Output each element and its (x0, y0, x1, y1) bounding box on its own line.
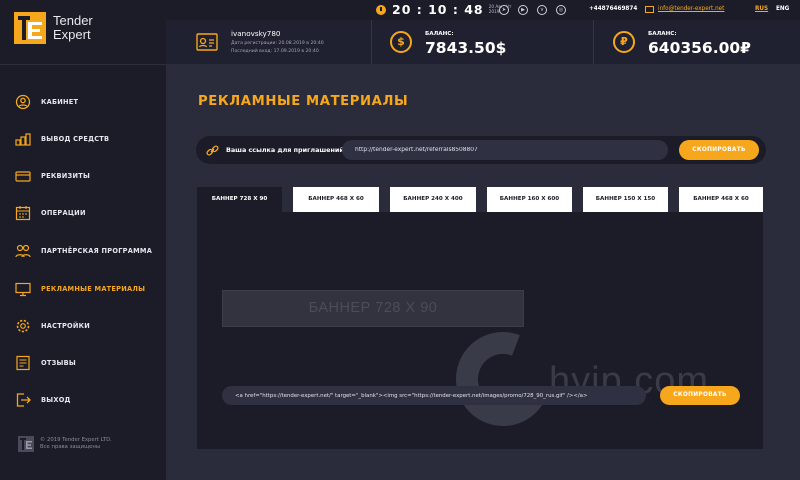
sidebar-item-label: КАБИНЕТ (41, 98, 79, 106)
tab-banner-240x400[interactable]: БАННЕР 240 X 400 (390, 187, 476, 212)
partners-icon (15, 244, 31, 258)
tab-banner-150x150[interactable]: БАННЕР 150 X 150 (583, 187, 668, 212)
copy-banner-code-button[interactable]: СКОПИРОВАТЬ (660, 386, 740, 405)
ruble-coin-icon: ₽ (613, 31, 635, 53)
balance-usd-value: 7843.50$ (425, 39, 507, 57)
copyright-line2: Все права защищены (40, 444, 100, 450)
sidebar-item-partners[interactable]: ПАРТНЁРСКАЯ ПРОГРАММА (0, 233, 166, 269)
dollar-coin-icon: $ (390, 31, 412, 53)
copyright-line1: © 2019 Tender Expert LTD. (40, 437, 112, 443)
lang-rus[interactable]: RUS (755, 6, 768, 12)
sidebar-item-label: ОПЕРАЦИИ (41, 209, 86, 217)
clock: 20 : 10 : 48 20 Авг. Чт 2019 (376, 2, 513, 17)
sidebar-item-cabinet[interactable]: КАБИНЕТ (0, 84, 166, 120)
link-icon (206, 145, 219, 156)
sidebar-divider (0, 64, 166, 65)
referral-link-bar: Ваша ссылка для приглашений: СКОПИРОВАТЬ (196, 136, 766, 164)
referral-link-input[interactable] (342, 140, 668, 160)
balance-rub-label: БАЛАНС: (648, 31, 677, 37)
lang-eng[interactable]: ENG (776, 6, 789, 12)
telegram-icon[interactable]: ➤ (499, 5, 509, 15)
tab-banner-160x600[interactable]: БАННЕР 160 X 600 (487, 187, 572, 212)
banner-code-input[interactable] (222, 386, 646, 405)
sidebar-item-withdraw[interactable]: ВЫВОД СРЕДСТВ (0, 121, 166, 157)
logo[interactable]: Tender Expert (14, 12, 93, 44)
logo-line2: Expert (53, 27, 91, 42)
sidebar-item-label: ОТЗЫВЫ (41, 359, 76, 367)
gear-icon (16, 319, 30, 333)
sidebar-item-settings[interactable]: НАСТРОЙКИ (0, 308, 166, 344)
tab-banner-468x60[interactable]: БАННЕР 468 X 60 (293, 187, 379, 212)
top-bar: 20 : 10 : 48 20 Авг. Чт 2019 ➤ ▶ v ◎ +44… (166, 0, 800, 20)
balance-rub-value: 640356.00₽ (648, 39, 751, 57)
username: ivanovsky780 (231, 29, 281, 38)
sidebar-item-label: ВЫХОД (41, 396, 71, 404)
logo-text: Tender Expert (53, 14, 93, 42)
sidebar-item-label: ПАРТНЁРСКАЯ ПРОГРАММА (41, 247, 153, 255)
logo-mark-icon (14, 12, 46, 44)
sidebar-item-label: НАСТРОЙКИ (41, 322, 91, 330)
referral-label: Ваша ссылка для приглашений: (226, 146, 347, 154)
phone-number[interactable]: +44876469874 (589, 6, 637, 12)
sidebar-item-operations[interactable]: ОПЕРАЦИИ (0, 195, 166, 231)
info-divider (593, 20, 594, 64)
watermark-logo-icon (456, 332, 550, 426)
logo-line1: Tender (53, 13, 93, 28)
sidebar-item-label: РЕКЛАМНЫЕ МАТЕРИАЛЫ (41, 285, 146, 293)
copy-referral-button[interactable]: СКОПИРОВАТЬ (679, 140, 759, 160)
sidebar-item-logout[interactable]: ВЫХОД (0, 382, 166, 418)
youtube-icon[interactable]: ▶ (518, 5, 528, 15)
user-circle-icon (15, 94, 31, 110)
reviews-icon (16, 355, 30, 371)
logout-icon (16, 393, 31, 407)
last-login: Последний вход: 17.09.2019 в 20:40 (231, 49, 319, 54)
copyright: © 2019 Tender Expert LTD. Все права защи… (18, 436, 112, 452)
sidebar-item-ad-materials[interactable]: РЕКЛАМНЫЕ МАТЕРИАЛЫ (0, 271, 166, 307)
tab-banner-728x90[interactable]: БАННЕР 728 X 90 (197, 187, 282, 212)
copyright-text: © 2019 Tender Expert LTD. Все права защи… (40, 437, 112, 451)
clock-icon (376, 4, 386, 15)
current-time: 20 : 10 : 48 (392, 2, 484, 17)
tab-banner-468x60-alt[interactable]: БАННЕР 468 X 60 (679, 187, 763, 212)
balance-usd-label: БАЛАНС: (425, 31, 454, 37)
vk-icon[interactable]: v (537, 5, 547, 15)
sidebar-item-requisites[interactable]: РЕКВИЗИТЫ (0, 158, 166, 194)
sidebar-item-label: ВЫВОД СРЕДСТВ (41, 135, 110, 143)
id-card-icon (196, 33, 218, 51)
instagram-icon[interactable]: ◎ (556, 5, 566, 15)
email-link[interactable]: info@tender-expert.net (658, 6, 724, 12)
banner-preview: БАННЕР 728 X 90 (222, 290, 524, 327)
monitor-icon (15, 282, 31, 297)
sidebar: Tender Expert КАБИНЕТ ВЫВОД СРЕДСТВ РЕКВ… (0, 0, 166, 480)
coins-stack-icon (15, 133, 31, 146)
sidebar-item-reviews[interactable]: ОТЗЫВЫ (0, 345, 166, 381)
calendar-icon (15, 206, 31, 221)
mail-icon (645, 6, 654, 13)
registration-date: Дата регистрации: 20.08.2019 в 20:40 (231, 41, 324, 46)
page-title: РЕКЛАМНЫЕ МАТЕРИАЛЫ (198, 94, 409, 109)
wallet-icon (15, 171, 31, 182)
info-divider (371, 20, 372, 64)
account-info-bar: ivanovsky780 Дата регистрации: 20.08.201… (166, 20, 800, 64)
sidebar-item-label: РЕКВИЗИТЫ (41, 172, 91, 180)
logo-small-icon (18, 436, 34, 452)
